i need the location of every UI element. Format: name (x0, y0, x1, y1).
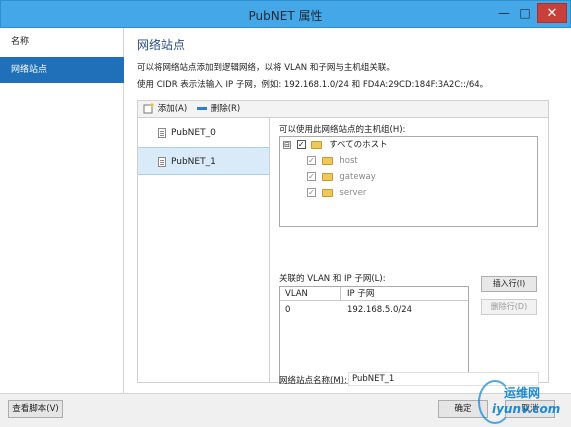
close-button[interactable]: ✕ (537, 3, 567, 23)
tree-item-label: gateway (339, 172, 376, 182)
tree-item-label: host (339, 156, 358, 166)
tree-root-label: すべてのホスト (329, 140, 388, 150)
insert-row-button[interactable]: 插入行(I) (481, 276, 537, 292)
column-header-vlan[interactable]: VLAN (280, 287, 308, 301)
column-divider (340, 287, 341, 301)
site-item-label: PubNET_1 (171, 157, 216, 167)
site-details: 可以使用此网络站点的主机组(H): ⊟ ✓ すべてのホスト ✓ host ✓ g… (270, 118, 549, 386)
collapse-icon[interactable]: ⊟ (283, 140, 291, 149)
column-header-subnet[interactable]: IP 子网 (342, 287, 374, 301)
remove-site-button[interactable]: 删除(R) (196, 103, 240, 116)
content-pane: 网络站点 可以将网络站点添加到逻辑网络，以将 VLAN 和子网与主机组关联。 使… (124, 28, 555, 393)
host-groups-label: 可以使用此网络站点的主机组(H): (279, 125, 406, 135)
remove-site-label: 删除(R) (210, 104, 241, 114)
tree-item[interactable]: ✓ host (307, 154, 358, 168)
window-title: PubNET 属性 (248, 9, 323, 23)
nav-item-network-sites[interactable]: 网络站点 (0, 57, 124, 83)
description-line-1: 可以将网络站点添加到逻辑网络，以将 VLAN 和子网与主机组关联。 (137, 63, 395, 73)
subnet-cell[interactable]: 192.168.5.0/24 (342, 303, 412, 317)
vlan-subnet-label: 关联的 VLAN 和 IP 子网(L): (279, 274, 386, 284)
site-icon (158, 157, 166, 167)
host-group-tree[interactable]: ⊟ ✓ すべてのホスト ✓ host ✓ gateway ✓ server (279, 136, 538, 227)
watermark-top-text: 运维网 (504, 386, 541, 400)
add-site-button[interactable]: 添加(A) (143, 103, 187, 116)
watermark-bottom-text: iyunv.com (492, 402, 561, 416)
nav-item-name[interactable]: 名称 (0, 29, 124, 55)
root-checkbox[interactable]: ✓ (296, 140, 306, 149)
site-item-label: PubNET_0 (171, 128, 216, 138)
page-title: 网络站点 (137, 38, 186, 52)
navigation-pane: 名称 网络站点 (0, 28, 124, 393)
minimize-button[interactable]: — (494, 5, 514, 21)
add-icon (143, 103, 154, 114)
folder-icon (321, 156, 333, 165)
tree-item[interactable]: ✓ gateway (307, 170, 376, 184)
site-name-label: 网络站点名称(M): (279, 376, 347, 386)
folder-icon (321, 172, 333, 181)
watermark-logo: 运维网 iyunv.com (478, 378, 566, 426)
gateway-checkbox[interactable]: ✓ (307, 172, 316, 181)
description-line-2: 使用 CIDR 表示法输入 IP 子网，例如: 192.168.1.0/24 和… (137, 80, 489, 90)
vlan-subnet-grid[interactable]: VLAN IP 子网 0 192.168.5.0/24 (279, 286, 469, 384)
title-bar: PubNET 属性 — □ ✕ (0, 0, 571, 28)
add-site-label: 添加(A) (157, 104, 188, 114)
host-checkbox[interactable]: ✓ (307, 156, 316, 165)
site-item-selected[interactable]: PubNET_1 (138, 147, 269, 175)
site-icon (158, 128, 166, 138)
tree-item[interactable]: ✓ server (307, 186, 366, 200)
tree-root[interactable]: ⊟ ✓ すべてのホスト (283, 138, 388, 152)
remove-icon (197, 107, 207, 110)
maximize-button[interactable]: □ (515, 5, 535, 21)
tree-item-label: server (339, 188, 367, 198)
folder-icon (321, 188, 333, 197)
site-toolbar: 添加(A) 删除(R) (137, 100, 549, 118)
grid-header: VLAN IP 子网 (280, 287, 468, 301)
vlan-cell[interactable]: 0 (280, 303, 290, 317)
site-list: PubNET_0 PubNET_1 (137, 118, 270, 383)
folder-icon (311, 140, 323, 149)
site-item[interactable]: PubNET_0 (138, 119, 269, 147)
server-checkbox[interactable]: ✓ (307, 188, 316, 197)
delete-row-button[interactable]: 删除行(D) (481, 299, 537, 315)
view-script-button[interactable]: 查看脚本(V) (8, 400, 63, 418)
